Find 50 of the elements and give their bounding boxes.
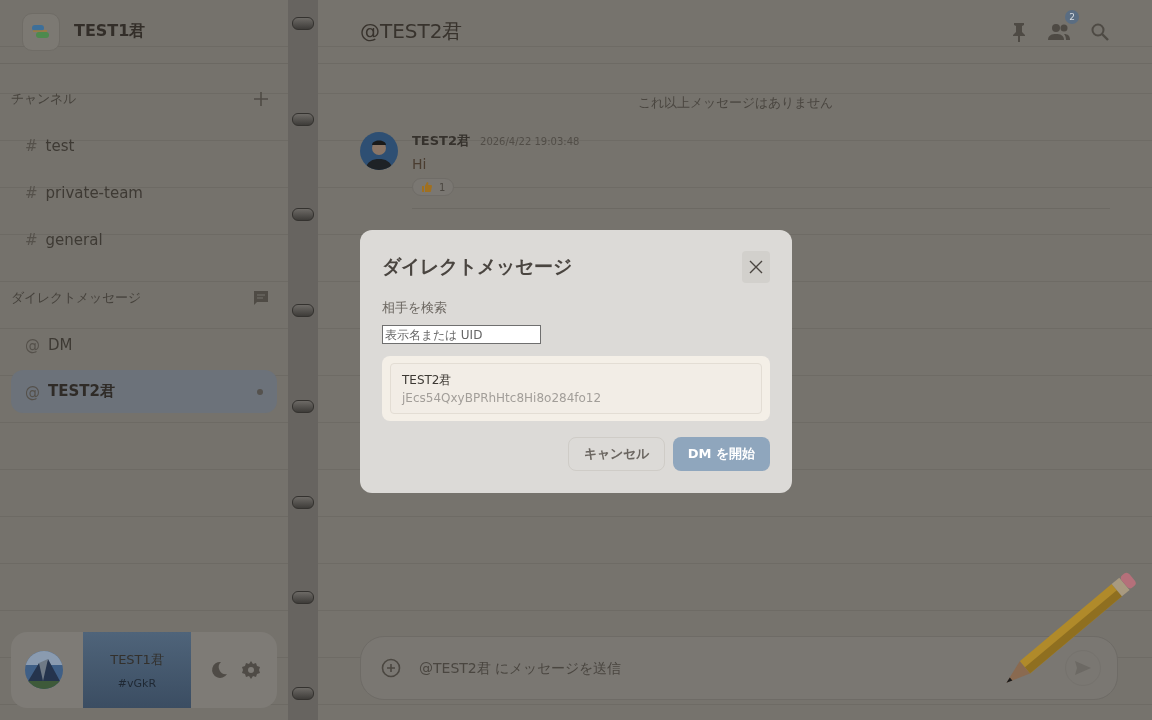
- search-icon[interactable]: [1090, 21, 1110, 42]
- plus-icon[interactable]: [252, 90, 270, 108]
- close-button[interactable]: [742, 251, 770, 283]
- app-logo: [22, 12, 60, 51]
- prefix-symbol: #: [25, 183, 38, 202]
- binding-ring: [292, 495, 314, 509]
- message-text: Hi: [412, 156, 428, 172]
- prefix-symbol: #: [25, 136, 38, 155]
- item-label: private-team: [45, 183, 144, 202]
- moon-icon[interactable]: [209, 660, 229, 680]
- channel-title: @TEST2君: [360, 18, 464, 45]
- sidebar-item[interactable]: @ TEST2君: [11, 370, 277, 413]
- sidebar-item[interactable]: @ DM: [11, 323, 277, 366]
- item-label: test: [45, 136, 76, 155]
- binding-ring: [292, 591, 314, 605]
- item-label: TEST2君: [48, 382, 116, 401]
- sidebar-item[interactable]: # general: [11, 218, 277, 261]
- settings-icon[interactable]: [241, 660, 261, 680]
- dialog-title: ダイレクトメッセージ: [382, 254, 572, 279]
- people-icon[interactable]: [1047, 22, 1071, 41]
- search-field[interactable]: 表示名または UID: [382, 325, 541, 344]
- item-label: general: [45, 230, 104, 249]
- binding-ring: [292, 686, 314, 700]
- binding-ring: [292, 399, 314, 413]
- user-tag: #vGkR: [117, 676, 157, 690]
- cancel-button[interactable]: キャンセル: [567, 437, 665, 471]
- close-icon: [749, 260, 763, 274]
- workspace-name: TEST1君: [74, 21, 146, 42]
- pin-icon[interactable]: [1010, 21, 1028, 42]
- result-name: TEST2君: [402, 372, 453, 389]
- prefix-symbol: #: [25, 230, 38, 249]
- sidebar-item[interactable]: # private-team: [11, 171, 277, 214]
- thumbs-up-icon: [421, 181, 433, 193]
- user-name: TEST1君: [110, 650, 164, 669]
- avatar: [360, 132, 398, 170]
- binding-ring: [292, 112, 314, 126]
- binding-ring: [292, 304, 314, 318]
- count-badge: 2: [1065, 9, 1079, 24]
- user-result[interactable]: TEST2君 jEcs54QxyBPRhHtc8Hi8o284fo12: [390, 363, 762, 414]
- chat-icon[interactable]: [252, 289, 270, 307]
- result-uid: jEcs54QxyBPRhHtc8Hi8o284fo12: [402, 391, 603, 405]
- prefix-symbol: @: [25, 335, 40, 354]
- binding-ring: [292, 208, 314, 222]
- prefix-symbol: @: [25, 382, 40, 401]
- field-label: 相手を検索: [382, 299, 448, 317]
- item-label: DM: [48, 335, 74, 354]
- sidebar-item[interactable]: # test: [11, 124, 277, 167]
- add-icon[interactable]: [381, 658, 401, 678]
- binding-ring: [292, 17, 314, 30]
- message-author: TEST2君: [412, 132, 471, 150]
